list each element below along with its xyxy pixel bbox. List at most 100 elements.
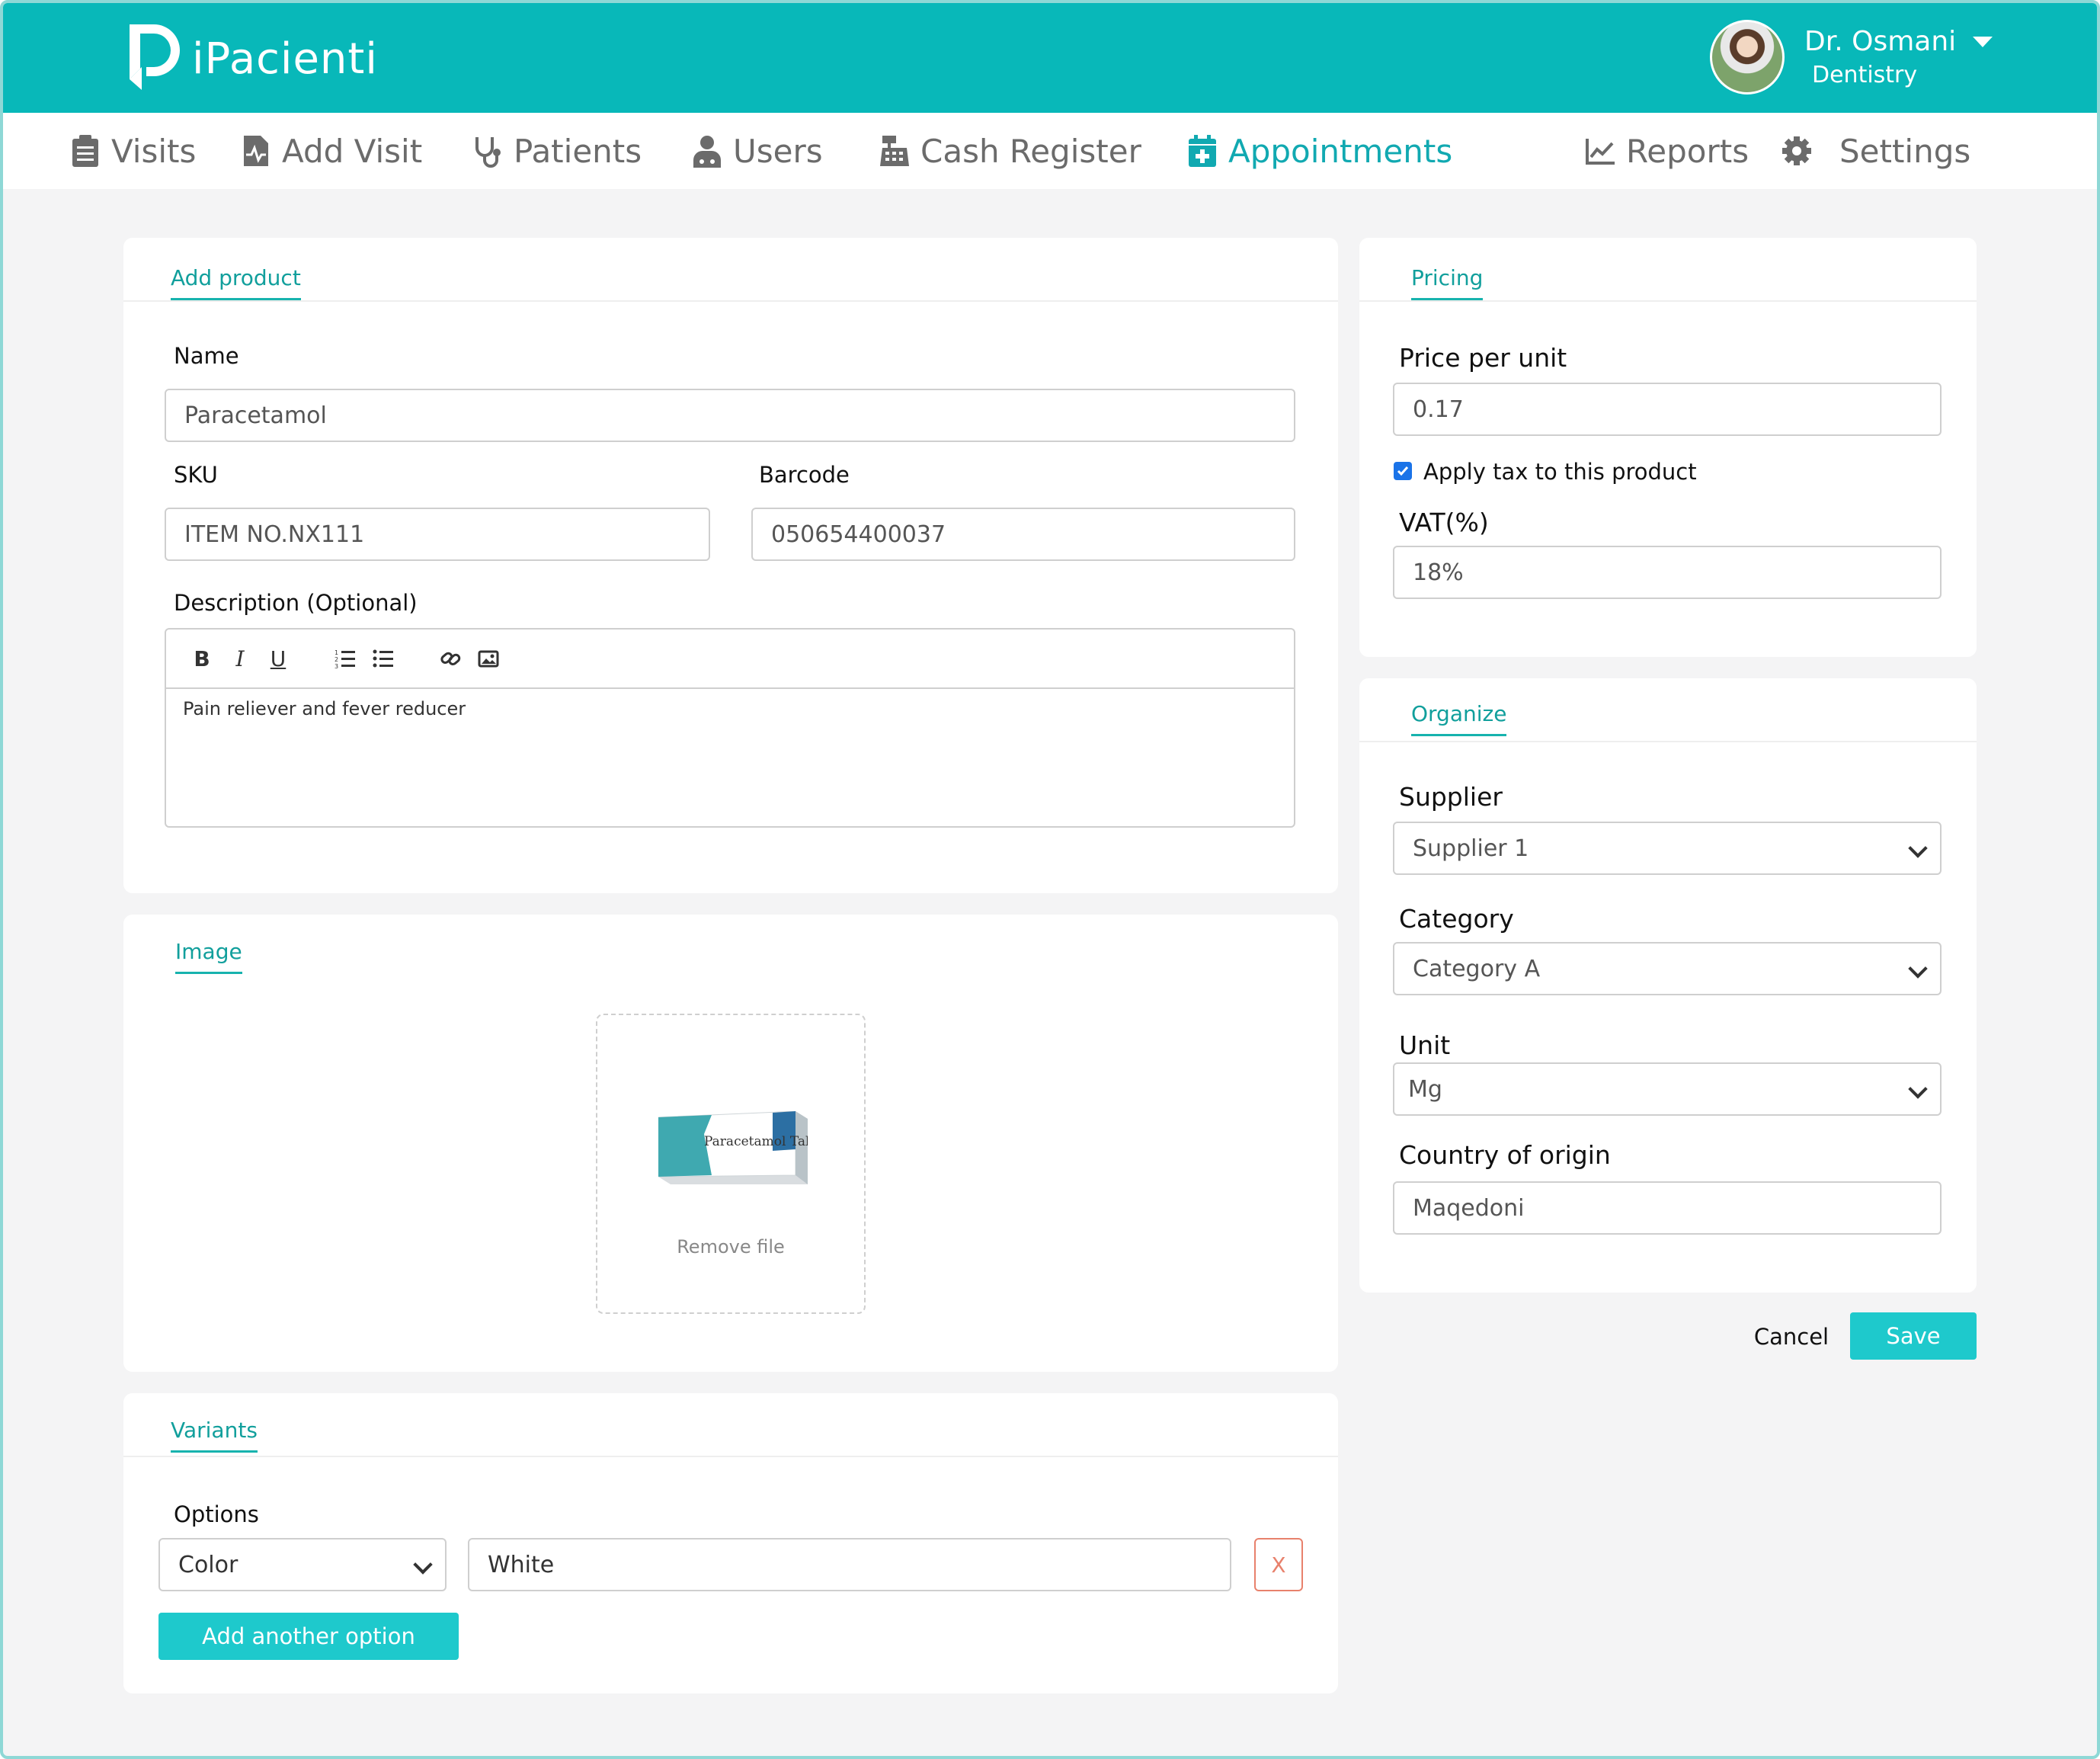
logo-icon	[123, 23, 181, 95]
user-role: Dentistry	[1812, 62, 1918, 88]
supplier-label: Supplier	[1399, 782, 1503, 812]
description-editor[interactable]: B I U 123 Pain reliever and fever reduce…	[165, 628, 1295, 828]
save-button[interactable]: Save	[1850, 1312, 1977, 1360]
stethoscope-icon	[475, 137, 501, 168]
calendar-plus-icon	[1189, 135, 1216, 167]
chart-line-icon	[1586, 139, 1615, 165]
tab-variants[interactable]: Variants	[171, 1418, 258, 1453]
options-label: Options	[174, 1501, 259, 1527]
supplier-select[interactable]: Supplier 1	[1393, 822, 1942, 875]
ordered-list-icon[interactable]: 123	[331, 644, 360, 673]
price-input[interactable]: 0.17	[1393, 383, 1942, 436]
supplier-value: Supplier 1	[1413, 835, 1529, 862]
doctor-icon	[693, 136, 721, 168]
gear-icon	[1782, 136, 1811, 165]
unit-value: Mg	[1408, 1075, 1442, 1103]
check-icon	[1397, 466, 1409, 476]
bold-icon[interactable]: B	[187, 644, 216, 673]
remove-file-link[interactable]: Remove file	[597, 1236, 864, 1258]
sku-value: ITEM NO.NX111	[184, 521, 365, 548]
user-name: Dr. Osmani	[1804, 26, 1957, 57]
unit-label: Unit	[1399, 1030, 1451, 1060]
nav-label: Reports	[1626, 132, 1749, 170]
description-text: Pain reliever and fever reducer	[183, 698, 466, 719]
price-value: 0.17	[1413, 396, 1464, 423]
nav-label: Appointments	[1228, 132, 1453, 170]
tab-pricing[interactable]: Pricing	[1411, 265, 1484, 300]
option-type-value: Color	[178, 1551, 238, 1578]
package-text: Paracetamol Tablets	[704, 1134, 808, 1149]
barcode-input[interactable]: 050654400037	[751, 508, 1295, 561]
tab-divider	[1359, 300, 1977, 302]
country-value: Maqedoni	[1413, 1194, 1525, 1222]
barcode-value: 050654400037	[771, 521, 946, 548]
app-logo[interactable]: iPacienti	[123, 23, 378, 95]
nav-item-users[interactable]: Users	[692, 113, 823, 189]
barcode-label: Barcode	[759, 462, 850, 488]
nav-label: Visits	[111, 132, 197, 170]
vat-label: VAT(%)	[1399, 508, 1489, 537]
nav-item-settings[interactable]: Settings	[1781, 113, 1970, 189]
apply-tax-label[interactable]: Apply tax to this product	[1423, 459, 1697, 485]
chevron-down-icon	[1908, 838, 1928, 858]
tab-image[interactable]: Image	[175, 939, 242, 974]
option-type-select[interactable]: Color	[158, 1538, 447, 1591]
tab-organize[interactable]: Organize	[1411, 701, 1507, 736]
cash-register-icon	[880, 136, 909, 166]
nav-item-reports[interactable]: Reports	[1585, 113, 1749, 189]
italic-icon[interactable]: I	[226, 644, 254, 673]
vat-value: 18%	[1413, 559, 1464, 586]
svg-text:3: 3	[335, 663, 338, 669]
image-dropzone[interactable]: Paracetamol Tablets Remove file	[596, 1014, 866, 1314]
nav-item-patients[interactable]: Patients	[472, 113, 642, 189]
chevron-down-icon	[413, 1555, 433, 1575]
tab-divider	[123, 1456, 1338, 1457]
nav-label: Add Visit	[282, 132, 423, 170]
link-icon[interactable]	[436, 644, 465, 673]
product-image: Paracetamol Tablets	[658, 1111, 808, 1184]
nav-label: Cash Register	[920, 132, 1141, 170]
cancel-button[interactable]: Cancel	[1742, 1314, 1841, 1360]
sku-label: SKU	[174, 462, 218, 488]
user-menu[interactable]: Dr. Osmani Dentistry	[1710, 20, 1993, 95]
chevron-down-icon[interactable]	[1973, 36, 1993, 47]
top-bar: iPacienti Dr. Osmani Dentistry	[3, 3, 2097, 113]
nav-item-add-visit[interactable]: Add Visit	[241, 113, 422, 189]
nav-label: Settings	[1839, 132, 1971, 170]
chevron-down-icon	[1908, 959, 1928, 979]
name-value: Paracetamol	[184, 402, 327, 429]
category-label: Category	[1399, 904, 1514, 934]
name-input[interactable]: Paracetamol	[165, 389, 1295, 442]
svg-text:1: 1	[335, 649, 338, 656]
remove-option-button[interactable]: X	[1254, 1538, 1303, 1591]
nav-label: Users	[733, 132, 823, 170]
avatar[interactable]	[1710, 20, 1785, 95]
apply-tax-checkbox[interactable]	[1394, 462, 1412, 480]
tab-divider	[1359, 741, 1977, 742]
category-select[interactable]: Category A	[1393, 942, 1942, 995]
clipboard-icon	[72, 135, 98, 167]
country-input[interactable]: Maqedoni	[1393, 1181, 1942, 1235]
sku-input[interactable]: ITEM NO.NX111	[165, 508, 710, 561]
file-pulse-icon	[244, 136, 268, 166]
image-icon[interactable]	[474, 644, 503, 673]
app-window: iPacienti Dr. Osmani Dentistry Visits Ad…	[0, 0, 2100, 1759]
price-label: Price per unit	[1399, 343, 1567, 373]
name-label: Name	[174, 343, 239, 369]
underline-icon[interactable]: U	[264, 644, 293, 673]
unit-select[interactable]: Mg	[1393, 1062, 1942, 1116]
country-label: Country of origin	[1399, 1140, 1611, 1170]
nav-item-appointments[interactable]: Appointments	[1187, 113, 1452, 189]
description-label: Description (Optional)	[174, 590, 418, 616]
svg-text:2: 2	[335, 656, 338, 663]
nav-item-cash-register[interactable]: Cash Register	[879, 113, 1141, 189]
option-value-input[interactable]: White	[468, 1538, 1231, 1591]
app-name: iPacienti	[192, 34, 378, 84]
tab-add-product[interactable]: Add product	[171, 265, 301, 300]
editor-toolbar: B I U 123	[166, 630, 1294, 689]
add-option-button[interactable]: Add another option	[158, 1613, 459, 1660]
bullet-list-icon[interactable]	[369, 644, 398, 673]
tab-divider	[123, 300, 1338, 302]
nav-item-visits[interactable]: Visits	[70, 113, 196, 189]
vat-input[interactable]: 18%	[1393, 546, 1942, 599]
